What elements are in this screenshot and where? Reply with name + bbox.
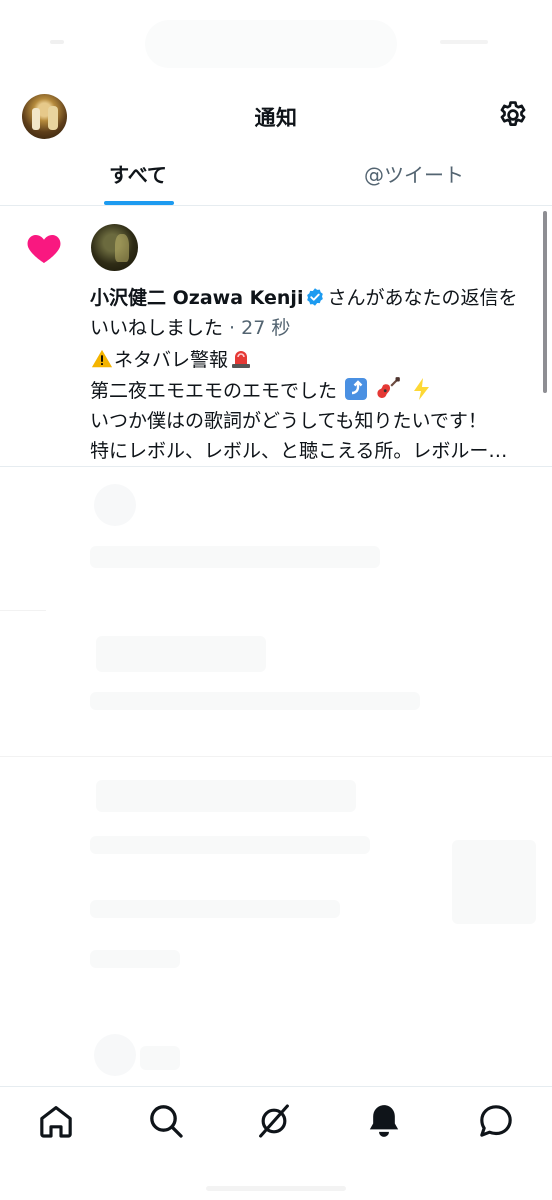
faded-text [96, 780, 356, 812]
arrow-up-icon [345, 378, 368, 400]
notification-time: · 27 秒 [223, 317, 291, 339]
faded-text [90, 900, 340, 918]
tweet-line-2-text: 第二夜エモエモのエモでした [90, 380, 338, 402]
app-header: 通知 [0, 90, 552, 142]
faded-avatar [94, 1034, 136, 1076]
user-avatar[interactable] [91, 224, 138, 271]
faded-text [96, 636, 266, 672]
tweet-line-1-text: ネタバレ警報 [114, 349, 229, 371]
tab-mentions[interactable]: @ツイート [276, 148, 552, 206]
faded-text [90, 950, 180, 968]
notifications-icon[interactable] [364, 1101, 404, 1141]
status-bar-battery [440, 40, 488, 44]
faded-thumbnail [452, 840, 536, 924]
notification-action: さんがあなたの返信を [327, 287, 518, 309]
notification-item[interactable]: 小沢健二 Ozawa Kenji さんがあなたの返信を いいねしました · 27 … [0, 207, 552, 467]
bottom-navigation [0, 1086, 552, 1200]
search-icon[interactable] [146, 1101, 186, 1141]
messages-icon[interactable] [476, 1101, 516, 1141]
tweet-line-2: 第二夜エモエモのエモでした [90, 375, 542, 406]
faded-text [90, 546, 380, 568]
verified-badge-icon [307, 288, 324, 306]
lightning-icon [414, 378, 430, 400]
spaces-icon[interactable] [254, 1101, 294, 1141]
siren-icon [232, 351, 251, 368]
settings-gear-icon[interactable] [496, 98, 530, 132]
status-bar-ghost [145, 20, 397, 68]
tweet-line-4: 特にレボル、レボル、と聴こえる所。レボルー… [90, 440, 508, 462]
home-icon[interactable] [36, 1101, 76, 1141]
notification-tabs: すべて @ツイート [0, 148, 552, 206]
tab-all[interactable]: すべて [0, 148, 276, 206]
faded-text [90, 692, 420, 710]
faded-divider [0, 756, 552, 757]
tweet-line-3: いつか僕はの歌詞がどうしても知りたいです！ [90, 410, 487, 432]
status-bar-signal [50, 40, 64, 44]
scrollbar[interactable] [543, 211, 547, 393]
faded-text [140, 1046, 180, 1070]
page-title: 通知 [254, 106, 298, 130]
tweet-line-1: ネタバレ警報 [90, 345, 542, 375]
tweet-preview[interactable]: ネタバレ警報 第二夜エモエモのエモでした いつか僕はの歌詞がどうしても知りたいで… [90, 345, 542, 466]
faded-divider [0, 610, 46, 611]
active-tab-indicator [104, 201, 174, 205]
home-indicator [206, 1186, 346, 1191]
faded-text [90, 836, 370, 854]
notification-text: 小沢健二 Ozawa Kenji さんがあなたの返信を いいねしました · 27 … [90, 283, 540, 343]
notifications-screen: 通知 すべて @ツイート 小沢健二 Ozawa Kenji さんがあなたの返信を … [0, 0, 552, 1200]
heart-icon [27, 234, 61, 263]
notification-action-2: いいねしました [90, 317, 224, 339]
guitar-icon [377, 377, 400, 398]
faded-avatar [94, 484, 136, 526]
warning-icon [91, 349, 113, 368]
user-name[interactable]: 小沢健二 Ozawa Kenji [90, 287, 303, 309]
